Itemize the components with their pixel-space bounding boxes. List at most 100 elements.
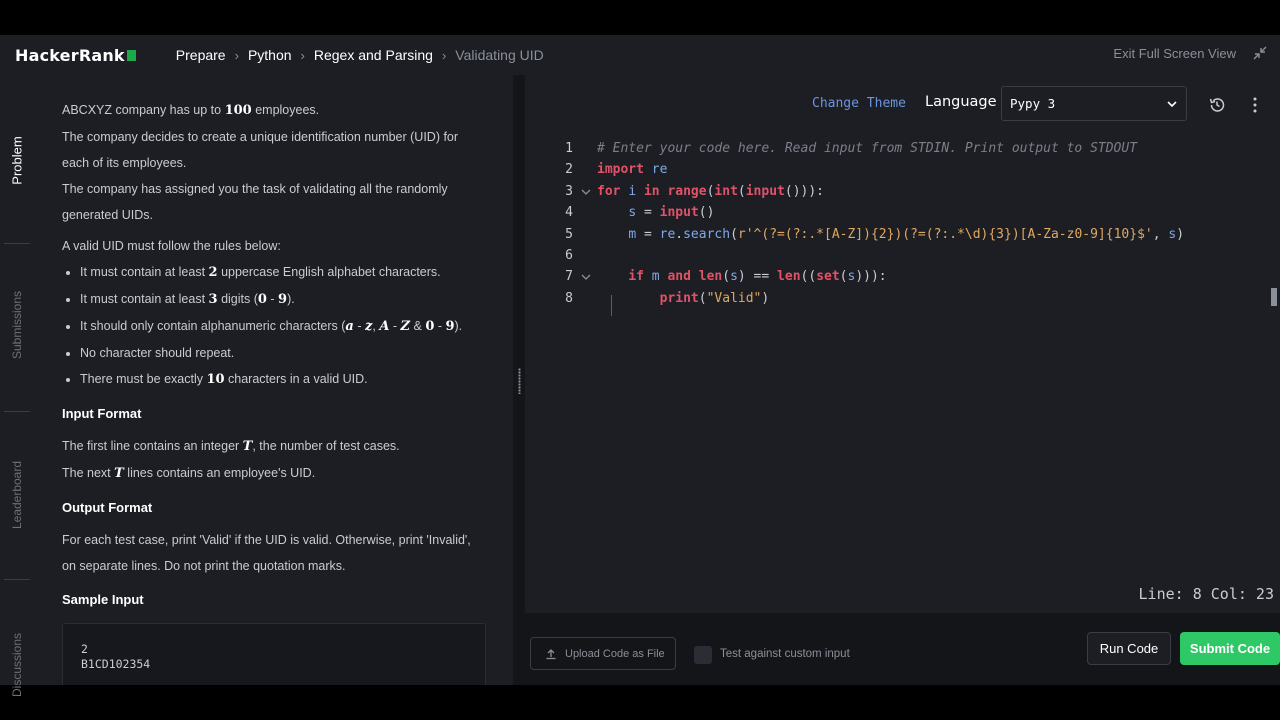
chevron-down-icon [1167, 101, 1177, 108]
more-options-icon[interactable] [1252, 96, 1258, 114]
list-item: It must contain at least 2 uppercase Eng… [80, 259, 486, 286]
code-editor[interactable]: Line: 8 Col: 23 1 # Enter your code here.… [525, 132, 1280, 613]
language-label: Language [925, 94, 997, 110]
drag-handle-icon[interactable] [518, 368, 521, 394]
rules-heading: A valid UID must follow the rules below: [62, 239, 281, 253]
code-token: print [659, 291, 699, 306]
code-token: = [636, 227, 660, 242]
code-text: import re [597, 159, 667, 180]
tab-submissions[interactable]: Submissions [0, 280, 35, 370]
code-line[interactable]: 2 import re [525, 159, 1280, 180]
code-token: s [730, 269, 738, 284]
code-token: (( [800, 269, 817, 284]
chevron-right-icon: › [234, 47, 239, 63]
editor-scrollbar[interactable] [1271, 288, 1277, 306]
line-number: 2 [565, 162, 573, 177]
code-text: if m and len(s) == len((set(s))): [597, 266, 887, 287]
tab-discussions[interactable]: Discussions [0, 620, 35, 710]
upload-code-label: Upload Code as File [565, 647, 665, 660]
rules-list: It must contain at least 2 uppercase Eng… [80, 259, 486, 393]
submit-code-button[interactable]: Submit Code [1180, 632, 1280, 665]
history-icon[interactable] [1208, 96, 1226, 114]
code-token: and [667, 269, 691, 284]
code-token: i [628, 184, 637, 199]
breadcrumb-python[interactable]: Python [248, 47, 292, 63]
custom-input-label[interactable]: Test against custom input [720, 648, 850, 660]
code-token: () [698, 205, 715, 220]
code-token: re [659, 227, 676, 242]
sample-input-line: B1CD102354 [81, 657, 151, 671]
intro-paragraph-3: The company has assigned you the task of… [62, 182, 448, 222]
breadcrumb-validating-uid: Validating UID [455, 47, 544, 63]
intro-paragraph-1: ABCXYZ company has up to 100 employees. [62, 103, 320, 118]
breadcrumb-prepare[interactable]: Prepare [176, 47, 226, 63]
chevron-right-icon: › [300, 47, 305, 63]
code-line[interactable]: 3 for i in range(int(input())): [525, 181, 1280, 202]
line-number: 7 [565, 269, 573, 284]
code-text: for i in range(int(input())): [597, 181, 824, 202]
code-token: m [651, 269, 660, 284]
code-token: in [643, 184, 660, 199]
line-number: 3 [565, 184, 573, 199]
run-code-button[interactable]: Run Code [1087, 632, 1171, 665]
exit-full-screen-link[interactable]: Exit Full Screen View [1113, 46, 1236, 61]
code-token: input [659, 205, 699, 220]
input-format-heading: Input Format [62, 406, 142, 421]
upload-code-button[interactable]: Upload Code as File [530, 637, 676, 670]
breadcrumb-regex-and-parsing[interactable]: Regex and Parsing [314, 47, 433, 63]
code-token: ())): [784, 184, 825, 199]
hackerrank-logo[interactable]: HackerRank [15, 46, 136, 65]
tab-problem-label: Problem [10, 135, 26, 185]
code-line[interactable]: 5 m = re.search(r'^(?=(?:.*[A-Z]){2})(?=… [525, 224, 1280, 245]
change-theme-link[interactable]: Change Theme [812, 96, 906, 111]
chevron-right-icon: › [441, 47, 447, 63]
side-nav: Problem Submissions Leaderboard Discussi… [0, 75, 35, 697]
code-token: range [667, 184, 707, 199]
code-token: ) [1176, 227, 1185, 242]
upload-icon [546, 648, 556, 659]
line-number: 8 [565, 291, 573, 306]
code-line[interactable]: 4 s = input() [525, 202, 1280, 223]
tab-leaderboard-label: Leaderboard [10, 460, 25, 530]
code-token: ( [722, 269, 731, 284]
code-token: ( [730, 227, 738, 242]
code-line[interactable]: 6 [525, 245, 1280, 266]
input-format-line-2: The next T lines contains an employee's … [62, 466, 316, 481]
tab-divider [4, 243, 30, 244]
code-token: input [745, 184, 785, 199]
code-token: search [683, 227, 731, 242]
list-item: It should only contain alphanumeric char… [80, 313, 486, 340]
code-token: = [636, 205, 660, 220]
tab-divider [4, 411, 30, 412]
fold-chevron-icon[interactable] [580, 186, 592, 198]
code-text: # Enter your code here. Read input from … [597, 138, 1137, 159]
code-token: ))): [855, 269, 887, 284]
line-number: 1 [565, 141, 573, 156]
tab-discussions-label: Discussions [10, 632, 25, 698]
fold-chevron-icon[interactable] [580, 271, 592, 283]
code-text: s = input() [597, 202, 714, 223]
code-token: len [698, 269, 723, 284]
tab-divider [4, 579, 30, 580]
language-value: Pypy 3 [1010, 96, 1056, 111]
language-select[interactable]: Pypy 3 [1001, 86, 1187, 121]
code-line[interactable]: 1 # Enter your code here. Read input from… [525, 138, 1280, 159]
code-token: . [675, 227, 684, 242]
custom-input-checkbox[interactable] [694, 646, 712, 664]
sample-input-heading: Sample Input [62, 592, 144, 607]
code-line[interactable]: 8 print("Valid") [525, 288, 1280, 309]
tab-problem[interactable]: Problem [0, 115, 35, 205]
code-token: for [597, 184, 621, 199]
code-token: ( [839, 269, 848, 284]
intro-paragraph-2: The company decides to create a unique i… [62, 130, 459, 170]
tab-leaderboard[interactable]: Leaderboard [0, 450, 35, 540]
code-line[interactable]: 7 if m and len(s) == len((set(s))): [525, 266, 1280, 287]
exit-fullscreen-icon[interactable] [1252, 45, 1268, 61]
code-token: ( [698, 291, 707, 306]
